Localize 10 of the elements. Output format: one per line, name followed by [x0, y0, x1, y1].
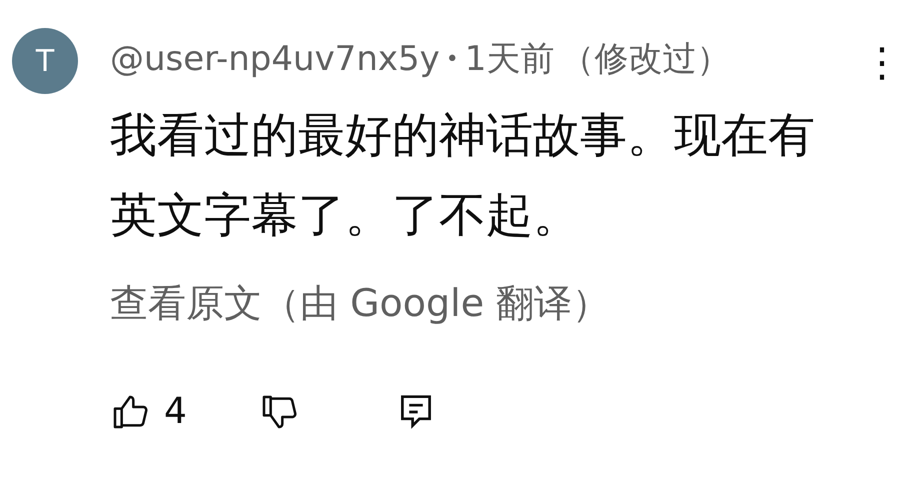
translation-link[interactable]: 查看原文（由 Google 翻译）	[110, 278, 610, 329]
author-handle[interactable]: @user-np4uv7nx5y	[110, 39, 440, 79]
comment-text: 我看过的最好的神话故事。现在有 英文字幕了。了不起。	[110, 107, 815, 245]
more-menu-button[interactable]: ⋮	[862, 40, 902, 86]
comment-time: 1天前	[464, 38, 554, 81]
reply-icon[interactable]	[398, 392, 433, 430]
avatar[interactable]: T	[12, 28, 78, 94]
like-count: 4	[164, 391, 187, 432]
separator-dot: •	[446, 46, 459, 72]
edited-label: （修改过）	[560, 38, 730, 81]
